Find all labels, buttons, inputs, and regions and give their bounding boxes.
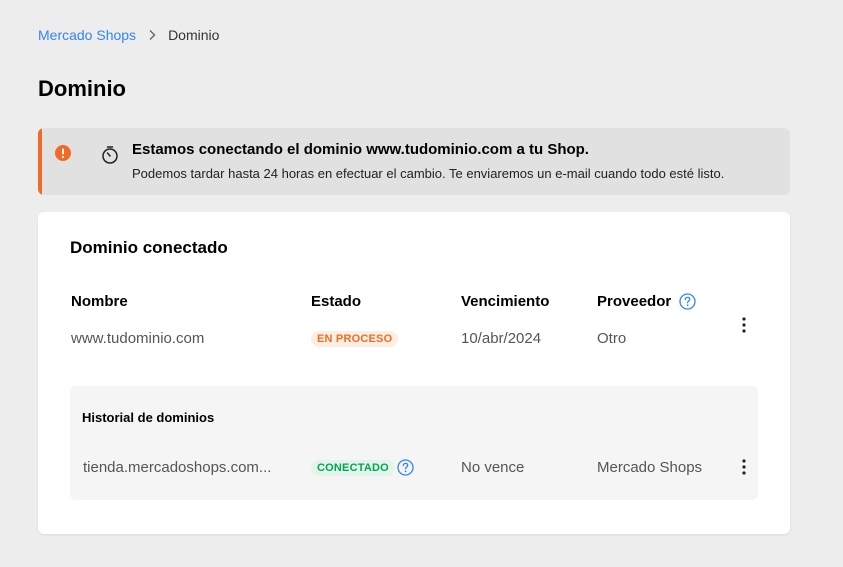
history-domain-provider: Mercado Shops	[597, 459, 703, 476]
domain-name: www.tudominio.com	[71, 330, 205, 347]
breadcrumb: Mercado Shops Dominio	[38, 27, 219, 43]
connected-domain-card: Dominio conectado Nombre Estado Vencimie…	[38, 212, 790, 534]
notice-title: Estamos conectando el dominio www.tudomi…	[132, 141, 589, 158]
breadcrumb-current: Dominio	[168, 27, 220, 43]
connection-notice: Estamos conectando el dominio www.tudomi…	[38, 128, 790, 195]
chevron-right-icon	[148, 29, 156, 41]
help-icon[interactable]	[397, 459, 414, 476]
status-badge: EN PROCESO	[311, 331, 399, 347]
notice-accent-bar	[38, 128, 42, 195]
domain-provider: Otro	[597, 330, 627, 347]
connected-domain-title: Dominio conectado	[70, 238, 228, 257]
stopwatch-icon	[100, 145, 120, 170]
help-icon[interactable]	[679, 293, 696, 310]
notice-text: Podemos tardar hasta 24 horas en efectua…	[132, 166, 725, 181]
history-status-badge: CONECTADO	[311, 460, 395, 476]
domain-expiry: 10/abr/2024	[461, 330, 542, 347]
column-header-name: Nombre	[71, 293, 128, 310]
page-title: Dominio	[38, 76, 126, 101]
column-header-expiry: Vencimiento	[461, 293, 550, 310]
history-domain-expiry: No vence	[461, 459, 525, 476]
more-options-icon[interactable]	[734, 457, 754, 477]
domain-history-title: Historial de dominios	[82, 410, 215, 425]
column-header-status: Estado	[311, 293, 362, 310]
column-header-provider: Proveedor	[597, 293, 696, 310]
domain-history-panel: Historial de dominios tienda.mercadoshop…	[70, 386, 758, 500]
breadcrumb-link-mercado-shops[interactable]: Mercado Shops	[38, 27, 136, 43]
warning-icon	[55, 145, 71, 166]
more-options-icon[interactable]	[734, 315, 754, 335]
column-header-provider-label: Proveedor	[597, 293, 672, 310]
history-domain-name: tienda.mercadoshops.com...	[83, 459, 272, 476]
